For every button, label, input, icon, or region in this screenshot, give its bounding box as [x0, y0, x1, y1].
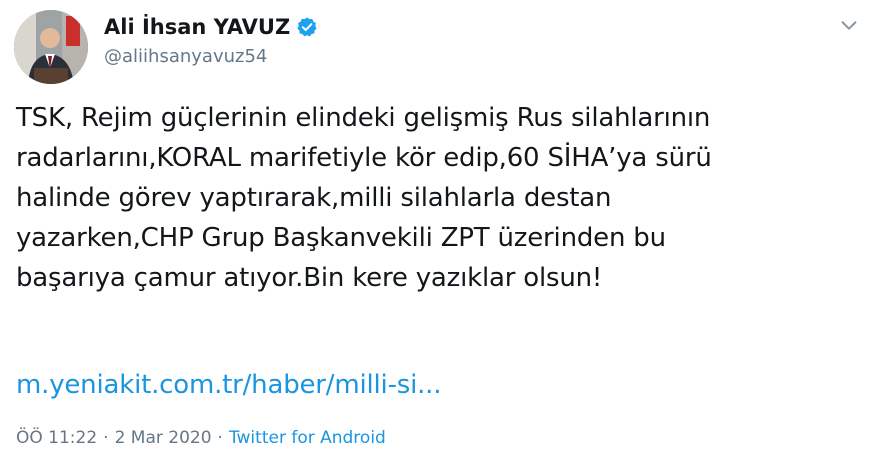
display-name[interactable]: Ali İhsan YAVUZ	[104, 15, 290, 39]
author-name-row[interactable]: Ali İhsan YAVUZ	[104, 12, 318, 42]
tweet-card: Ali İhsan YAVUZ @aliihsanyavuz54 TSK, Re…	[0, 0, 880, 475]
author-handle[interactable]: @aliihsanyavuz54	[104, 46, 267, 67]
verified-badge-icon	[296, 16, 318, 38]
tweet-link[interactable]: m.yeniakit.com.tr/haber/milli-si...	[16, 368, 442, 402]
tweet-time[interactable]: ÖÖ 11:22	[16, 428, 97, 448]
tweet-date[interactable]: 2 Mar 2020	[115, 428, 212, 448]
chevron-down-icon[interactable]	[838, 14, 860, 36]
avatar[interactable]	[14, 10, 88, 84]
tweet-text: TSK, Rejim güçlerinin elindeki gelişmiş …	[16, 103, 712, 293]
tweet-source[interactable]: Twitter for Android	[229, 428, 386, 448]
profile-photo	[14, 10, 88, 84]
tweet-meta: ÖÖ 11:22 · 2 Mar 2020 · Twitter for Andr…	[16, 428, 386, 448]
meta-separator: ·	[217, 428, 223, 448]
meta-separator: ·	[103, 428, 109, 448]
